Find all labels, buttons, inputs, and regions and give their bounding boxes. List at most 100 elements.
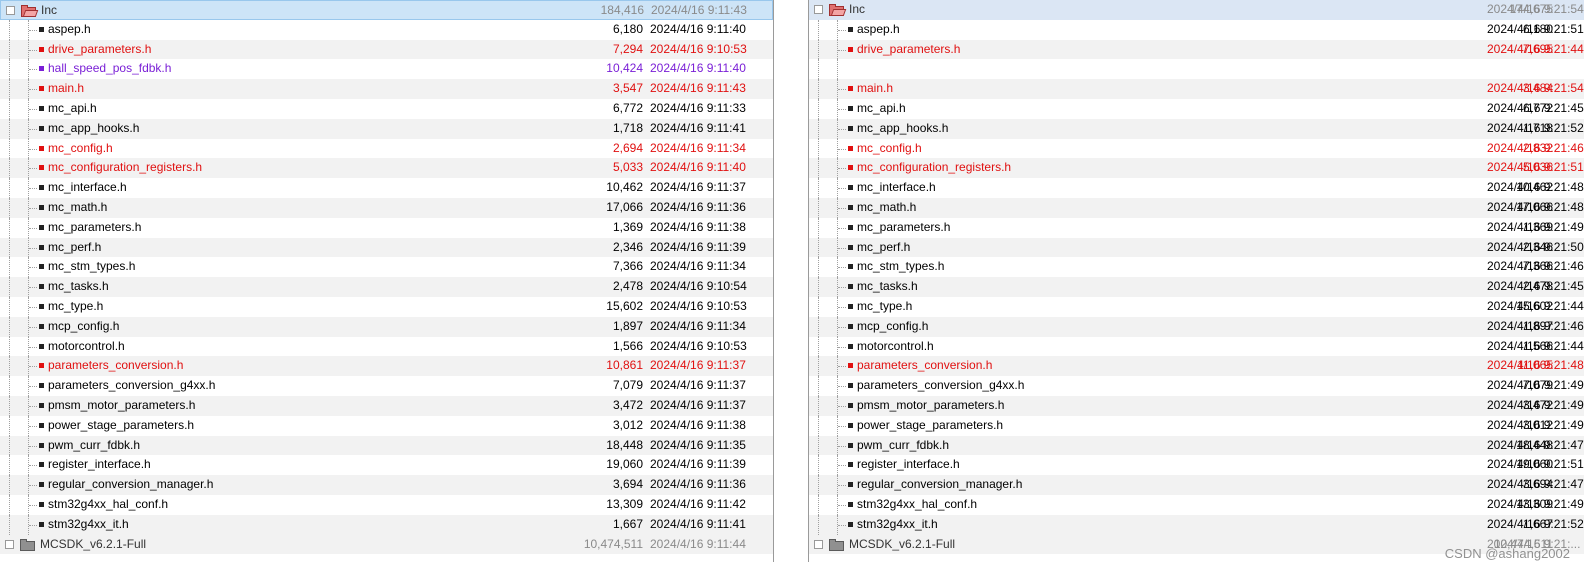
tree-line <box>818 237 819 258</box>
file-row[interactable]: mcp_config.h 1,897 2024/4/16 9:11:34 <box>0 316 773 337</box>
file-row[interactable]: pwm_curr_fdbk.h 18,448 2024/4/16 9:11:35 <box>0 435 773 456</box>
right-folder-row-inc[interactable]: Inc 174,675 2024/4/16 9:21:54 <box>809 0 1584 20</box>
file-row[interactable]: mc_tasks.h 2,478 2024/4/16 9:10:54 <box>0 277 773 297</box>
file-size: 10,861 <box>606 358 643 373</box>
left-folder-row-inc[interactable]: Inc 184,416 2024/4/16 9:11:43 <box>0 0 773 20</box>
file-date: 2024/4/16 9:11:40 <box>650 160 746 175</box>
tree-line <box>9 336 10 357</box>
open-folder-icon <box>829 4 847 16</box>
file-date: 2024/4/16 9:11:34 <box>650 318 746 333</box>
file-row[interactable]: parameters_conversion.h 11,065 2024/4/16 9… <box>809 356 1584 377</box>
left-folder-row-mcsdk[interactable]: MCSDK_v6.2.1-Full 10,474,511 2024/4/16 9:1… <box>0 534 773 555</box>
file-row[interactable]: main.h 3,547 2024/4/16 9:11:43 <box>0 79 773 99</box>
tree-branch <box>29 267 37 269</box>
file-row[interactable]: mc_app_hooks.h 1,718 2024/4/16 9:11:41 <box>0 118 773 139</box>
file-row[interactable]: stm32g4xx_it.h 1,667 2024/4/16 9:21:52 <box>809 514 1584 535</box>
file-row[interactable]: main.h 3,484 2024/4/16 9:21:54 <box>809 79 1584 99</box>
file-icon <box>848 86 853 92</box>
file-name: pwm_curr_fdbk.h <box>857 437 950 452</box>
tree-branch <box>838 306 846 308</box>
file-size: 10,424 <box>606 61 643 76</box>
tree-line <box>818 257 819 278</box>
file-name: regular_conversion_manager.h <box>857 477 1023 492</box>
expand-toggle-icon[interactable] <box>814 539 823 549</box>
file-date: 2024/4/16 9:21:47 <box>1487 477 1584 492</box>
file-row[interactable]: mc_api.h 6,772 2024/4/16 9:11:33 <box>0 98 773 119</box>
file-date: 2024/4/16 9:11:38 <box>650 417 746 432</box>
file-row[interactable]: register_interface.h 19,060 2024/4/16 9:11… <box>0 455 773 476</box>
file-row[interactable]: regular_conversion_manager.h 3,694 2024/4/… <box>0 475 773 495</box>
file-date: 2024/4/16 9:21:49 <box>1487 378 1584 393</box>
file-row[interactable]: mc_perf.h 2,346 2024/4/16 9:21:50 <box>809 237 1584 258</box>
file-row[interactable]: stm32g4xx_hal_conf.h 13,309 2024/4/16 9:21… <box>809 494 1584 515</box>
tree-line <box>9 237 10 258</box>
file-icon <box>39 125 44 131</box>
file-row[interactable]: regular_conversion_manager.h 3,694 2024/4/… <box>809 475 1584 495</box>
file-icon <box>39 46 44 52</box>
file-row[interactable]: mc_configuration_registers.h 5,036 2024/4/… <box>809 158 1584 179</box>
file-size: 6,180 <box>612 21 643 36</box>
tree-branch <box>838 89 846 91</box>
file-name: mc_api.h <box>857 100 906 115</box>
file-row[interactable]: mcp_config.h 1,897 2024/4/16 9:21:46 <box>809 316 1584 337</box>
file-name: motorcontrol.h <box>48 338 125 353</box>
file-name: aspep.h <box>857 21 900 36</box>
file-row[interactable]: power_stage_parameters.h 3,012 2024/4/16 9… <box>0 415 773 436</box>
file-row[interactable]: mc_type.h 15,602 2024/4/16 9:21:44 <box>809 296 1584 317</box>
collapse-toggle-icon[interactable] <box>6 6 15 15</box>
file-row[interactable]: mc_math.h 17,066 2024/4/16 9:21:48 <box>809 197 1584 218</box>
file-row[interactable]: mc_stm_types.h 7,366 2024/4/16 9:11:34 <box>0 257 773 278</box>
file-name: power_stage_parameters.h <box>857 417 1004 432</box>
file-row[interactable]: hall_speed_pos_fdbk.h 10,424 2024/4/16 9:1… <box>0 59 773 80</box>
file-row[interactable]: pmsm_motor_parameters.h 3,472 2024/4/16 9:… <box>0 395 773 416</box>
file-row[interactable]: mc_stm_types.h 7,366 2024/4/16 9:21:46 <box>809 257 1584 278</box>
file-row[interactable]: motorcontrol.h 1,566 2024/4/16 9:21:44 <box>809 336 1584 357</box>
folder-date: 2024/4/16 9:11:44 <box>650 536 746 551</box>
file-icon <box>848 284 853 290</box>
file-row[interactable]: drive_parameters.h 7,695 2024/4/16 9:21:44 <box>809 39 1584 60</box>
file-row[interactable]: parameters_conversion_g4xx.h 7,079 2024/4/… <box>809 376 1584 396</box>
collapse-toggle-icon[interactable] <box>814 5 823 14</box>
file-date: 2024/4/16 9:11:37 <box>650 180 746 195</box>
file-size: 7,366 <box>612 259 643 274</box>
file-row[interactable]: drive_parameters.h 7,294 2024/4/16 9:10:53 <box>0 39 773 60</box>
file-row[interactable]: register_interface.h 19,060 2024/4/16 9:21… <box>809 455 1584 476</box>
left-folder-pane[interactable]: Inc 184,416 2024/4/16 9:11:43 aspep.h 6,180 2… <box>0 0 774 562</box>
tree-line <box>9 79 10 99</box>
file-row[interactable]: mc_tasks.h 2,478 2024/4/16 9:21:45 <box>809 277 1584 297</box>
file-row[interactable]: motorcontrol.h 1,566 2024/4/16 9:10:53 <box>0 336 773 357</box>
file-row[interactable]: parameters_conversion_g4xx.h 7,079 2024/4/… <box>0 376 773 396</box>
file-row[interactable]: mc_interface.h 10,462 2024/4/16 9:11:37 <box>0 178 773 198</box>
file-row[interactable]: aspep.h 6,180 2024/4/16 9:11:40 <box>0 19 773 40</box>
file-row[interactable]: parameters_conversion.h 10,861 2024/4/16 9… <box>0 356 773 377</box>
right-folder-pane[interactable]: Inc 174,675 2024/4/16 9:21:54 aspep.h 6,180 2… <box>808 0 1584 562</box>
file-icon <box>39 422 44 428</box>
file-date: 2024/4/16 9:21:52 <box>1487 120 1584 135</box>
file-row[interactable]: mc_app_hooks.h 1,718 2024/4/16 9:21:52 <box>809 118 1584 139</box>
expand-toggle-icon[interactable] <box>5 539 14 549</box>
file-row[interactable]: mc_parameters.h 1,369 2024/4/16 9:21:49 <box>809 217 1584 238</box>
file-date: 2024/4/16 9:11:33 <box>650 100 746 115</box>
file-row[interactable]: aspep.h 6,180 2024/4/16 9:21:51 <box>809 19 1584 40</box>
file-row[interactable]: mc_parameters.h 1,369 2024/4/16 9:11:38 <box>0 217 773 238</box>
file-date: 2024/4/16 9:10:53 <box>650 41 747 56</box>
file-row[interactable]: mc_perf.h 2,346 2024/4/16 9:11:39 <box>0 237 773 258</box>
file-row[interactable]: mc_config.h 2,832 2024/4/16 9:21:46 <box>809 138 1584 159</box>
file-row[interactable]: stm32g4xx_hal_conf.h 13,309 2024/4/16 9:11… <box>0 494 773 515</box>
file-row[interactable]: mc_interface.h 10,462 2024/4/16 9:21:48 <box>809 178 1584 198</box>
file-icon <box>848 343 853 349</box>
file-icon <box>848 521 853 527</box>
file-row[interactable]: mc_type.h 15,602 2024/4/16 9:10:53 <box>0 296 773 317</box>
file-row[interactable]: mc_api.h 6,772 2024/4/16 9:21:45 <box>809 98 1584 119</box>
file-row[interactable]: pwm_curr_fdbk.h 18,448 2024/4/16 9:21:47 <box>809 435 1584 456</box>
file-row[interactable]: mc_math.h 17,066 2024/4/16 9:11:36 <box>0 197 773 218</box>
file-row[interactable]: mc_configuration_registers.h 5,033 2024/4/… <box>0 158 773 179</box>
folder-date: 2024/4/16 9:21:54 <box>1487 2 1584 16</box>
tree-line <box>818 277 819 297</box>
file-row[interactable]: stm32g4xx_it.h 1,667 2024/4/16 9:11:41 <box>0 514 773 535</box>
tree-branch <box>29 128 37 130</box>
file-row[interactable]: mc_config.h 2,694 2024/4/16 9:11:34 <box>0 138 773 159</box>
file-row[interactable]: pmsm_motor_parameters.h 3,472 2024/4/16 9:… <box>809 395 1584 416</box>
file-row[interactable]: power_stage_parameters.h 3,012 2024/4/16 9… <box>809 415 1584 436</box>
tree-branch <box>838 445 846 447</box>
